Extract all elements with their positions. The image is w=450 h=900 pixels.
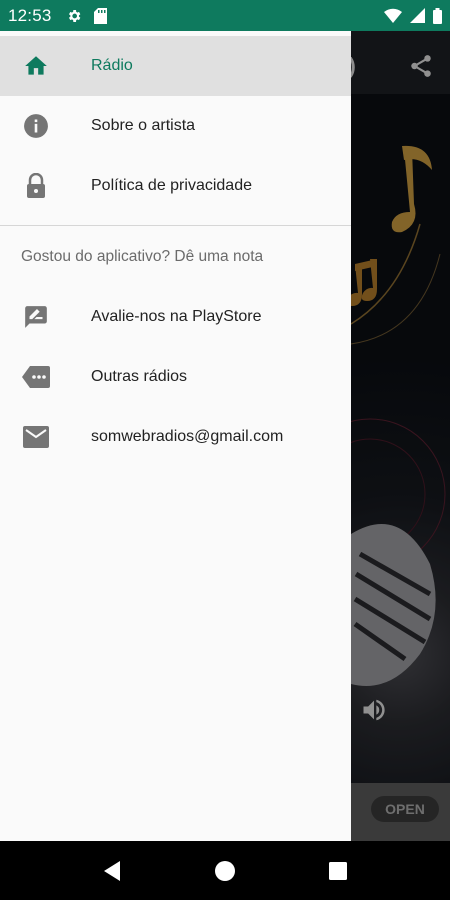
- sd-card-icon: [93, 7, 107, 24]
- menu-divider: [0, 225, 351, 226]
- recents-icon[interactable]: [325, 858, 351, 884]
- menu-item-email[interactable]: somwebradios@gmail.com: [0, 407, 351, 467]
- navigation-bar: [0, 841, 450, 900]
- menu-item-radio[interactable]: Rádio: [0, 36, 351, 96]
- wifi-icon: [384, 8, 402, 23]
- menu-item-label: Outras rádios: [91, 368, 188, 385]
- email-icon: [22, 423, 50, 451]
- lock-icon: [22, 172, 50, 200]
- battery-icon: [433, 7, 442, 24]
- home-circle-icon[interactable]: [212, 858, 238, 884]
- menu-item-label: Política de privacidade: [91, 177, 252, 194]
- menu-item-label: Avalie-nos na PlayStore: [91, 308, 262, 325]
- menu-item-politica-de-privacidade[interactable]: Política de privacidade: [0, 156, 351, 216]
- home-icon: [22, 52, 50, 80]
- back-icon[interactable]: [99, 858, 125, 884]
- menu-item-label: Rádio: [91, 57, 133, 74]
- menu-item-label: somwebradios@gmail.com: [91, 428, 284, 445]
- menu-item-sobre-o-artista[interactable]: Sobre o artista: [0, 96, 351, 156]
- rate-review-icon: [22, 303, 50, 331]
- navigation-drawer: Rádio Sobre o artista Política de privac…: [0, 31, 351, 841]
- signal-icon: [410, 8, 425, 23]
- rating-section-header: Gostou do aplicativo? Dê uma nota: [21, 248, 264, 265]
- label-more-icon: [22, 363, 50, 391]
- status-bar: 12:53: [0, 0, 450, 31]
- settings-icon: [66, 8, 82, 24]
- menu-item-outras-radios[interactable]: Outras rádios: [0, 347, 351, 407]
- menu-item-label: Sobre o artista: [91, 117, 196, 134]
- info-icon: [22, 112, 50, 140]
- status-time: 12:53: [8, 5, 52, 25]
- menu-item-avalie-nos[interactable]: Avalie-nos na PlayStore: [0, 287, 351, 347]
